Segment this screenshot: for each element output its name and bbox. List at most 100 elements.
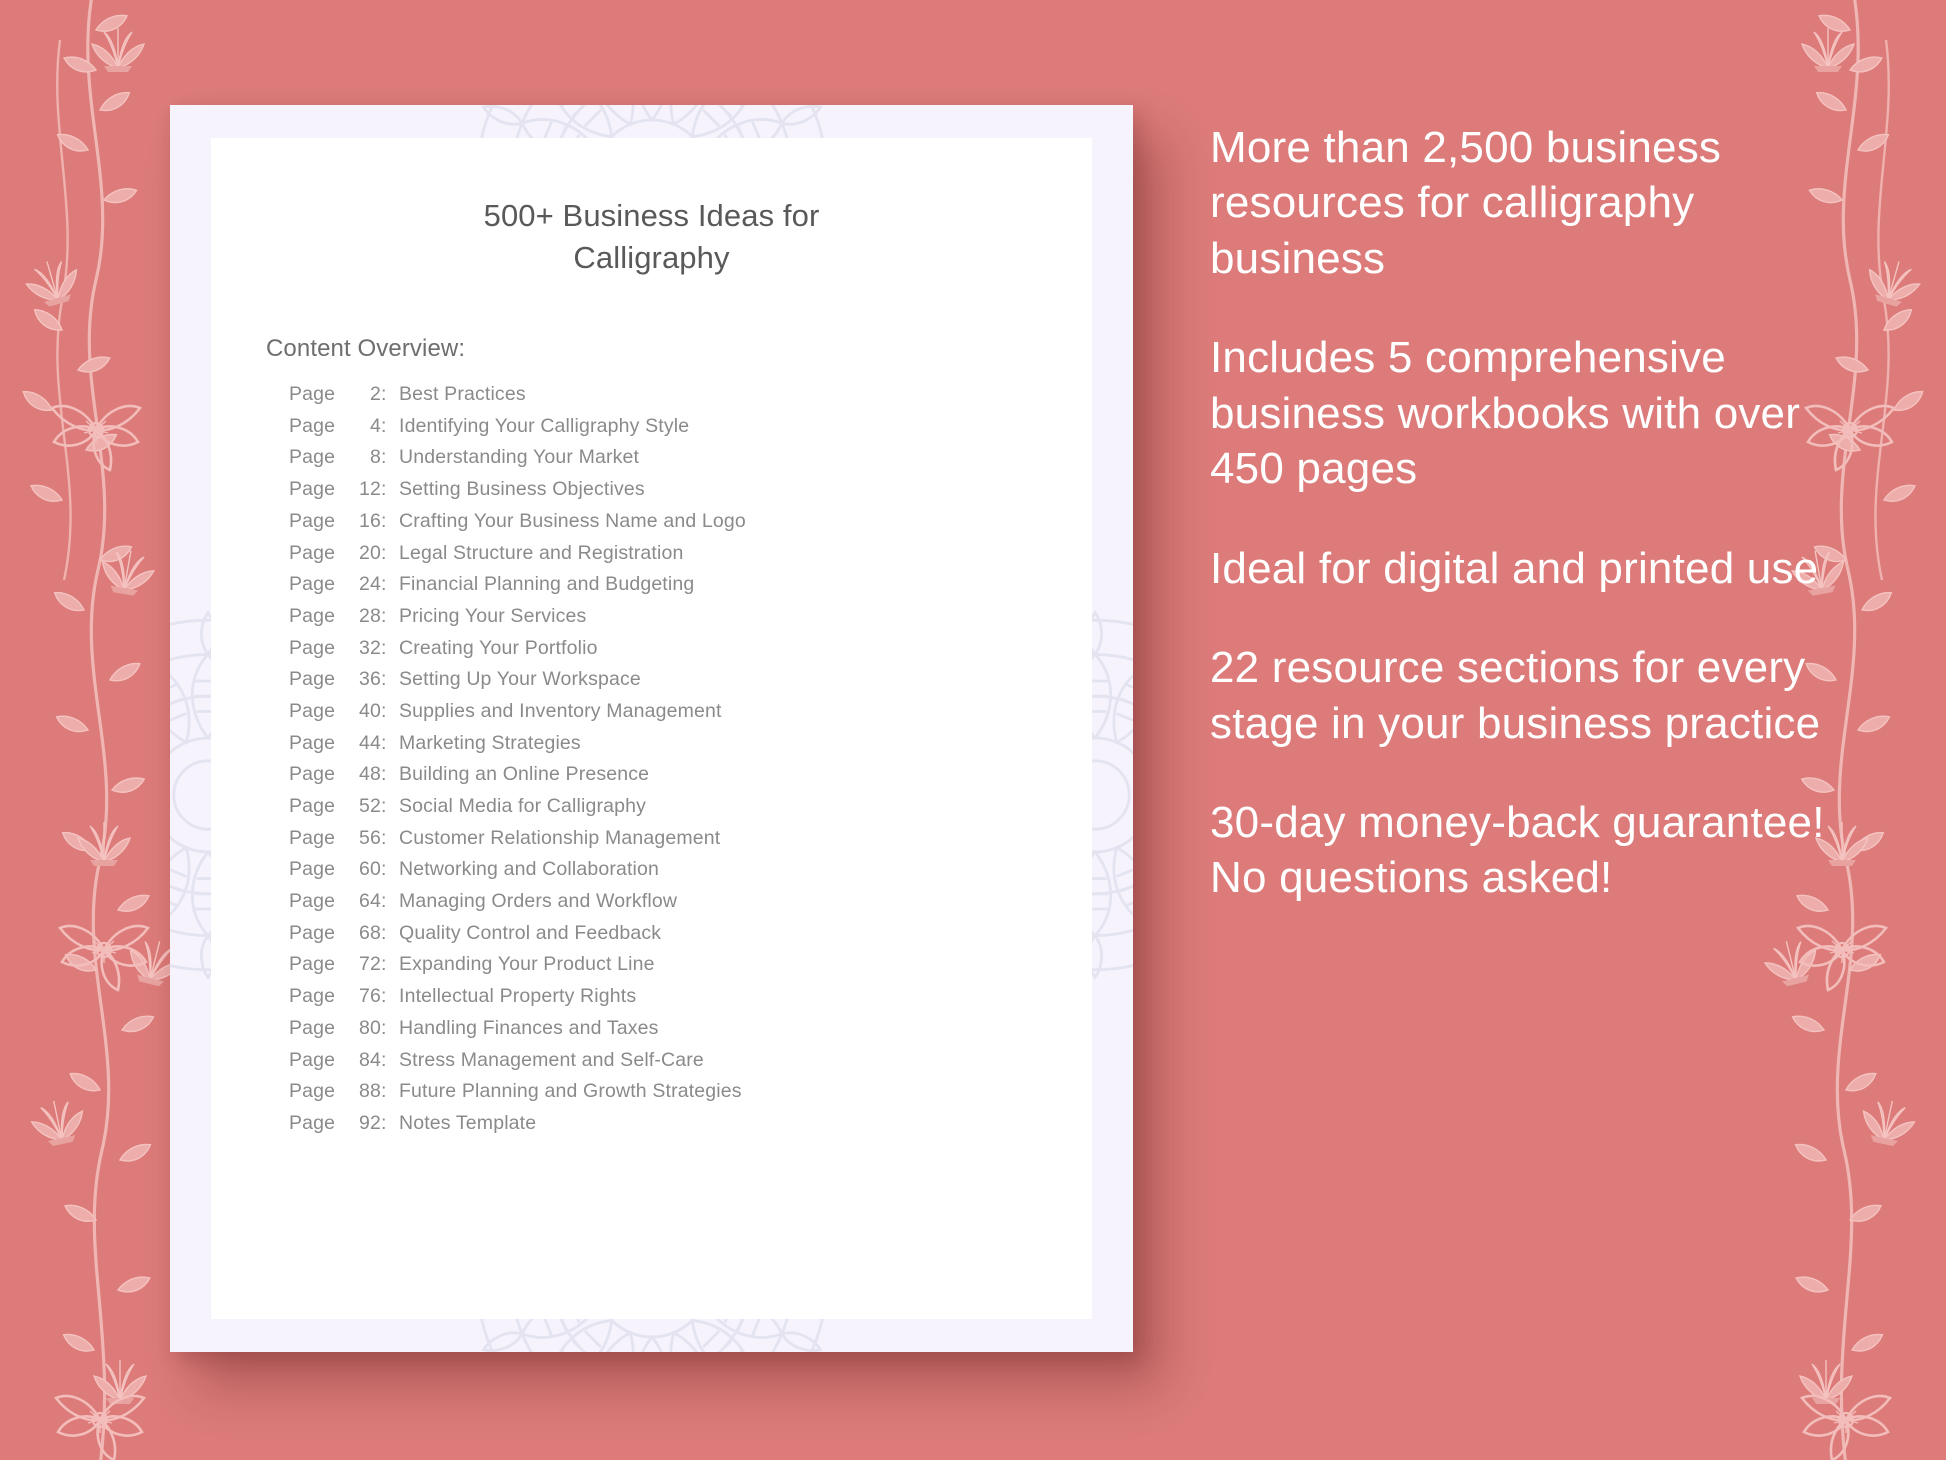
toc-page-number: 28 — [359, 604, 381, 627]
toc-entry[interactable]: Page 52: Social Media for Calligraphy — [289, 795, 1092, 829]
toc-colon: : — [381, 1048, 387, 1071]
toc-entry[interactable]: Page 2: Best Practices — [289, 385, 1092, 417]
toc-entry[interactable]: Page 24: Financial Planning and Budgeting — [289, 575, 1092, 607]
toc-page-label: Page — [289, 953, 336, 976]
toc-entry-title: Financial Planning and Budgeting — [399, 573, 695, 596]
toc-entry[interactable]: Page 12: Setting Business Objectives — [289, 480, 1092, 512]
toc-colon: : — [381, 763, 387, 786]
toc-entry[interactable]: Page 88: Future Planning and Growth Strate… — [289, 1082, 1092, 1114]
toc-colon: : — [381, 604, 387, 627]
toc-entry-title: Building an Online Presence — [399, 763, 650, 786]
toc-entry-title: Networking and Collaboration — [399, 858, 660, 881]
toc-page-number: 52 — [359, 795, 381, 817]
toc-entry-title: Setting Business Objectives — [399, 478, 645, 501]
toc-entry[interactable]: Page 36: Setting Up Your Workspace — [289, 670, 1092, 702]
toc-page-number: 4 — [370, 414, 381, 437]
toc-entry-title: Managing Orders and Workflow — [399, 890, 678, 913]
toc-entry-title: Best Practices — [399, 383, 526, 406]
toc-page-number: 56 — [359, 826, 381, 849]
toc-colon: : — [381, 573, 387, 596]
page-title-line-2: Calligraphy — [573, 239, 730, 275]
toc-colon: : — [381, 985, 387, 1008]
toc-colon: : — [381, 1080, 387, 1103]
toc-page-number: 24 — [359, 573, 381, 596]
toc-entry[interactable]: Page 20: Legal Structure and Registration — [289, 541, 1092, 576]
toc-page-label: Page — [289, 541, 336, 564]
toc-colon: : — [381, 699, 387, 722]
toc-entry-title: Expanding Your Product Line — [399, 953, 655, 976]
toc-entry[interactable]: Page 60: Networking and Collaboration — [289, 860, 1092, 892]
document-page: 500+ Business Ideas for Calligraphy Cont… — [211, 138, 1092, 1319]
toc-page-number: 16 — [359, 509, 381, 532]
page-title-line-1: 500+ Business Ideas for — [483, 198, 820, 233]
toc-colon: : — [381, 826, 387, 849]
toc-entry[interactable]: Page 16: Crafting Your Business Name and L… — [289, 509, 1092, 544]
toc-entry-title: Notes Template — [399, 1111, 537, 1134]
toc-entry[interactable]: Page 8: Understanding Your Market — [289, 448, 1092, 480]
toc-entry[interactable]: Page 92: Notes Template — [289, 1111, 1092, 1146]
marketing-bullet-list: More than 2,500 business resources for c… — [1210, 120, 1830, 906]
left-floral-border — [0, 0, 190, 1460]
toc-entry[interactable]: Page 68: Quality Control and Feedback — [289, 921, 1092, 956]
page-title: 500+ Business Ideas for Calligraphy — [442, 195, 862, 278]
toc-entry[interactable]: Page 56: Customer Relationship Management — [289, 826, 1092, 861]
toc-entry-title: Understanding Your Market — [399, 446, 640, 469]
toc-entry[interactable]: Page 48: Building an Online Presence — [289, 765, 1092, 797]
marketing-bullet: More than 2,500 business resources for c… — [1210, 123, 1722, 283]
toc-page-label: Page — [289, 1016, 336, 1039]
toc-entry[interactable]: Page 72: Expanding Your Product Line — [289, 955, 1092, 987]
toc-page-label: Page — [289, 795, 336, 817]
toc-colon: : — [381, 446, 387, 469]
toc-page-label: Page — [289, 573, 336, 596]
toc-entry-title: Future Planning and Growth Strategies — [399, 1080, 742, 1103]
toc-entry-title: Creating Your Portfolio — [399, 636, 598, 659]
toc-page-number: 44 — [359, 731, 381, 754]
toc-colon: : — [381, 890, 387, 913]
toc-colon: : — [381, 731, 387, 754]
toc-page-number: 36 — [359, 668, 381, 691]
toc-page-number: 60 — [359, 858, 381, 881]
toc-page-number: 48 — [359, 763, 381, 786]
toc-entry-title: Supplies and Inventory Management — [399, 699, 722, 722]
toc-page-number: 72 — [359, 953, 381, 976]
marketing-bullet: 22 resource sections for every stage in … — [1210, 643, 1821, 748]
toc-page-label: Page — [289, 604, 336, 627]
toc-entry[interactable]: Page 32: Creating Your Portfolio — [289, 636, 1092, 671]
toc-entry-title: Legal Structure and Registration — [399, 541, 684, 564]
toc-entry[interactable]: Page 84: Stress Management and Self-Care — [289, 1048, 1092, 1083]
toc-page-label: Page — [289, 763, 336, 786]
toc-page-label: Page — [289, 414, 336, 437]
toc-page-number: 2 — [370, 383, 381, 406]
toc-page-label: Page — [289, 1080, 336, 1103]
toc-entry[interactable]: Page 4: Identifying Your Calligraphy Style — [289, 414, 1092, 449]
marketing-bullet: Ideal for digital and printed use — [1210, 543, 1819, 593]
document-preview-card[interactable]: 500+ Business Ideas for Calligraphy Cont… — [170, 105, 1133, 1352]
toc-page-label: Page — [289, 826, 336, 849]
toc-colon: : — [381, 636, 387, 659]
toc-entry-title: Stress Management and Self-Care — [399, 1048, 704, 1071]
toc-entry[interactable]: Page 40: Supplies and Inventory Management — [289, 699, 1092, 734]
toc-colon: : — [381, 953, 387, 976]
toc-entry-title: Customer Relationship Management — [399, 826, 721, 849]
toc-colon: : — [381, 921, 387, 944]
toc-page-label: Page — [289, 636, 336, 659]
toc-colon: : — [381, 541, 387, 564]
toc-entry-title: Quality Control and Feedback — [399, 921, 662, 944]
toc-page-number: 76 — [359, 985, 381, 1008]
toc-page-number: 80 — [359, 1016, 381, 1039]
toc-page-label: Page — [289, 1048, 336, 1071]
toc-entry[interactable]: Page 80: Handling Finances and Taxes — [289, 1016, 1092, 1051]
toc-entry-title: Pricing Your Services — [399, 604, 587, 627]
toc-entry[interactable]: Page 44: Marketing Strategies — [289, 731, 1092, 766]
floral-vine-icon — [19, 0, 186, 1460]
toc-entry[interactable]: Page 76: Intellectual Property Rights — [289, 987, 1092, 1019]
toc-colon: : — [381, 383, 387, 406]
toc-page-number: 68 — [359, 921, 381, 944]
table-of-contents: Page 2: Best Practices Page 4: Identifying Yo… — [289, 385, 1092, 1146]
toc-entry[interactable]: Page 64: Managing Orders and Workflow — [289, 892, 1092, 924]
toc-page-label: Page — [289, 446, 336, 469]
toc-entry[interactable]: Page 28: Pricing Your Services — [289, 604, 1092, 639]
toc-page-label: Page — [289, 1111, 336, 1134]
toc-entry-title: Social Media for Calligraphy — [399, 795, 646, 817]
toc-page-label: Page — [289, 478, 336, 501]
